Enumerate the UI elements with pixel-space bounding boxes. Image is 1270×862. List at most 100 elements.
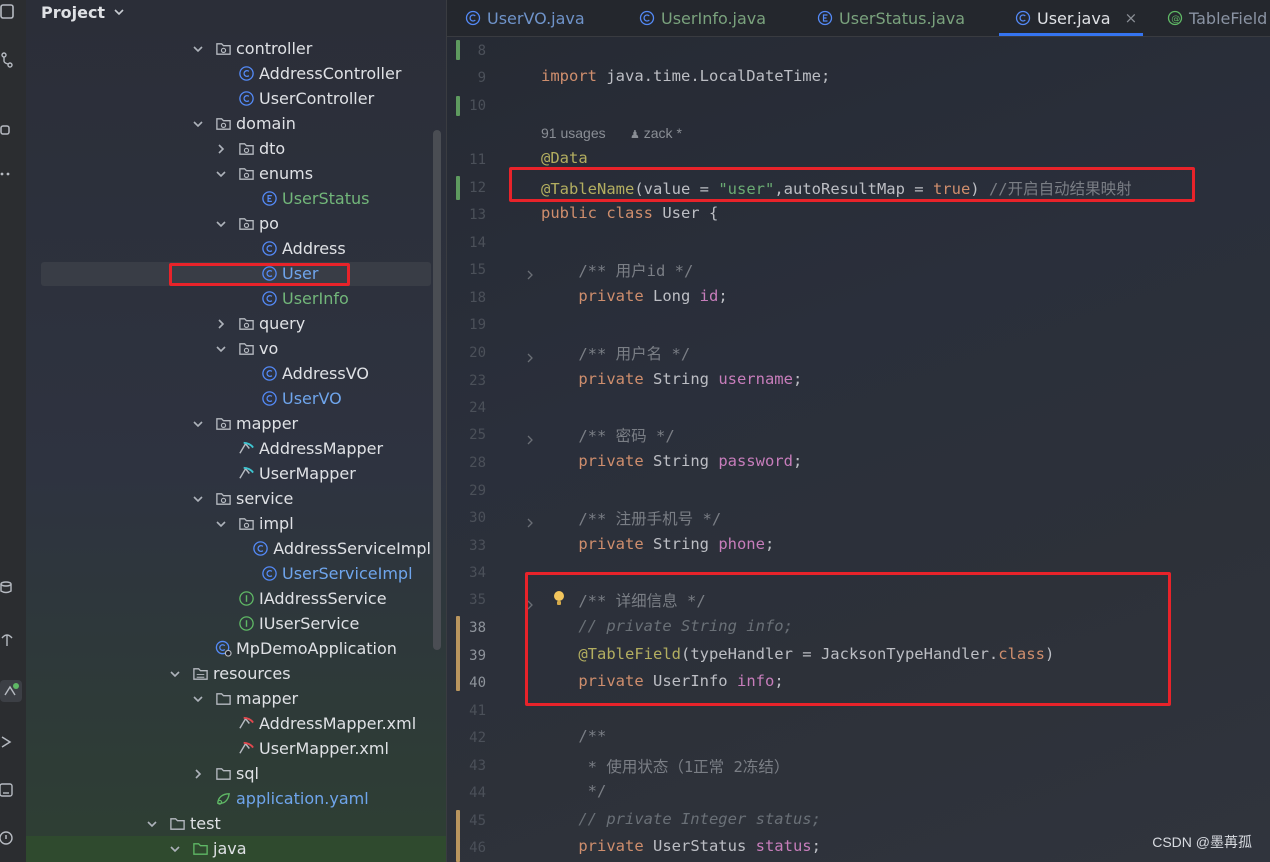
chevron-down-icon[interactable]	[113, 6, 125, 18]
chevron-down-icon[interactable]	[169, 668, 181, 680]
code-line[interactable]: @TableName(value = "user",autoResultMap …	[541, 177, 1132, 199]
code-line[interactable]: * 使用状态（1正常 2冻结）	[541, 755, 790, 777]
chevron-right-icon[interactable]	[192, 768, 204, 780]
chevron-down-icon[interactable]	[192, 693, 204, 705]
tree-item-userinfo[interactable]: UserInfo	[26, 286, 431, 311]
code-line[interactable]: /**	[541, 727, 606, 745]
fold-chevron-icon[interactable]	[525, 430, 535, 445]
tab-userinfo-java[interactable]: UserInfo.java	[639, 0, 766, 36]
tree-item-enums[interactable]: enums	[26, 161, 431, 186]
vcs-change-marker[interactable]	[456, 176, 460, 200]
code-line[interactable]: /** 用户id */	[541, 259, 693, 281]
code-line[interactable]: private UserInfo info;	[541, 672, 783, 690]
tree-item-service[interactable]: service	[26, 486, 431, 511]
code-editor[interactable]: UserVO.java UserInfo.java UserStatus.java U…	[447, 0, 1270, 862]
chevron-down-icon[interactable]	[192, 43, 204, 55]
tree-item-mapper[interactable]: mapper	[26, 411, 431, 436]
terminal-tool-icon[interactable]	[0, 782, 16, 798]
vcs-change-marker[interactable]	[456, 96, 460, 116]
chevron-down-icon[interactable]	[215, 218, 227, 230]
vcs-change-marker[interactable]	[456, 810, 460, 862]
fold-chevron-icon[interactable]	[525, 595, 535, 610]
chevron-down-icon[interactable]	[215, 343, 227, 355]
tree-item-addresscontroller[interactable]: AddressController	[26, 61, 431, 86]
tree-item-impl[interactable]: impl	[26, 511, 431, 536]
code-line[interactable]: */	[541, 782, 607, 800]
chevron-right-icon[interactable]	[215, 318, 227, 330]
chevron-down-icon[interactable]	[215, 518, 227, 530]
chevron-down-icon[interactable]	[192, 493, 204, 505]
code-line[interactable]: public class User {	[541, 204, 718, 222]
tree-item-test[interactable]: test	[26, 811, 431, 836]
tree-item-usermapper[interactable]: UserMapper	[26, 461, 431, 486]
fold-chevron-icon[interactable]	[525, 265, 535, 280]
tree-item-iuserservice[interactable]: IUserService	[26, 611, 431, 636]
code-line[interactable]: private String username;	[541, 370, 802, 388]
chevron-right-icon[interactable]	[215, 143, 227, 155]
tree-item-sql[interactable]: sql	[26, 761, 431, 786]
tree-item-user[interactable]: User	[26, 261, 431, 286]
code-line[interactable]: private UserStatus status;	[541, 837, 821, 855]
project-tool-icon[interactable]	[0, 4, 16, 20]
author-inlay-hint[interactable]: ♟ zack *	[630, 125, 682, 141]
tab-uservo-java[interactable]: UserVO.java	[465, 0, 585, 36]
tree-item-iaddressservice[interactable]: IAddressService	[26, 586, 431, 611]
chevron-down-icon[interactable]	[192, 418, 204, 430]
code-line[interactable]: // private Integer status;	[541, 810, 821, 828]
tree-item-po[interactable]: po	[26, 211, 431, 236]
tree-item-addressmapper[interactable]: AddressMapper	[26, 436, 431, 461]
code-line[interactable]: @Data	[541, 149, 588, 167]
chevron-down-icon[interactable]	[146, 818, 158, 830]
chevron-down-icon[interactable]	[169, 843, 181, 855]
tree-item-addressvo[interactable]: AddressVO	[26, 361, 431, 386]
code-line[interactable]: @TableField(typeHandler = JacksonTypeHan…	[541, 645, 1054, 663]
vcs-change-marker[interactable]	[456, 616, 460, 691]
code-line[interactable]: private String phone;	[541, 535, 774, 553]
tree-item-uservo[interactable]: UserVO	[26, 386, 431, 411]
notifications-tool-icon[interactable]	[0, 632, 16, 648]
more-tools-icon[interactable]	[0, 166, 16, 182]
tree-item-usermapper-xml[interactable]: UserMapper.xml	[26, 736, 431, 761]
lightbulb-icon[interactable]	[551, 589, 569, 609]
services-tool-icon[interactable]	[0, 680, 22, 702]
fold-chevron-icon[interactable]	[525, 513, 535, 528]
tree-item-dto[interactable]: dto	[26, 136, 431, 161]
tree-item-usercontroller[interactable]: UserController	[26, 86, 431, 111]
tree-item-domain[interactable]: domain	[26, 111, 431, 136]
chevron-down-icon[interactable]	[215, 168, 227, 180]
tree-item-vo[interactable]: vo	[26, 336, 431, 361]
tree-item-controller[interactable]: controller	[26, 36, 431, 61]
problems-tool-icon[interactable]	[0, 830, 16, 846]
tree-item-mpdemoapplication[interactable]: MpDemoApplication	[26, 636, 431, 661]
code-line[interactable]: private Long id;	[541, 287, 727, 305]
fold-chevron-icon[interactable]	[525, 348, 535, 363]
commit-tool-icon[interactable]	[0, 52, 16, 68]
tree-item-address[interactable]: Address	[26, 236, 431, 261]
tree-item-query[interactable]: query	[26, 311, 431, 336]
structure-tool-icon[interactable]	[0, 122, 16, 138]
tree-item-application-yaml[interactable]: application.yaml	[26, 786, 431, 811]
usages-inlay-hint[interactable]: 91 usages	[541, 125, 606, 141]
code-line[interactable]: // private String info;	[541, 617, 793, 635]
project-panel-header[interactable]: Project	[41, 0, 125, 24]
tab-user-java[interactable]: User.java ×	[998, 0, 1144, 36]
tree-item-resources[interactable]: resources	[26, 661, 431, 686]
tree-item-java[interactable]: java	[26, 836, 431, 861]
code-line[interactable]: private String password;	[541, 452, 802, 470]
tree-item-addressmapper-xml[interactable]: AddressMapper.xml	[26, 711, 431, 736]
run-tool-icon[interactable]	[0, 734, 16, 750]
code-line[interactable]: /** 用户名 */	[541, 342, 690, 364]
tree-item-userstatus[interactable]: UserStatus	[26, 186, 431, 211]
vcs-change-marker[interactable]	[456, 40, 460, 60]
tab-tablefield[interactable]: @ TableField	[1167, 0, 1267, 36]
tree-item-mapper[interactable]: mapper	[26, 686, 431, 711]
database-tool-icon[interactable]	[0, 580, 16, 596]
code-line[interactable]: /** 注册手机号 */	[541, 507, 721, 529]
chevron-down-icon[interactable]	[192, 118, 204, 130]
project-scrollbar[interactable]	[433, 130, 441, 650]
tree-item-userserviceimpl[interactable]: UserServiceImpl	[26, 561, 431, 586]
code-line[interactable]: /** 密码 */	[541, 424, 674, 446]
tree-item-addressserviceimpl[interactable]: AddressServiceImpl	[26, 536, 431, 561]
code-line[interactable]: import java.time.LocalDateTime;	[541, 67, 830, 85]
tab-userstatus-java[interactable]: UserStatus.java	[817, 0, 965, 36]
